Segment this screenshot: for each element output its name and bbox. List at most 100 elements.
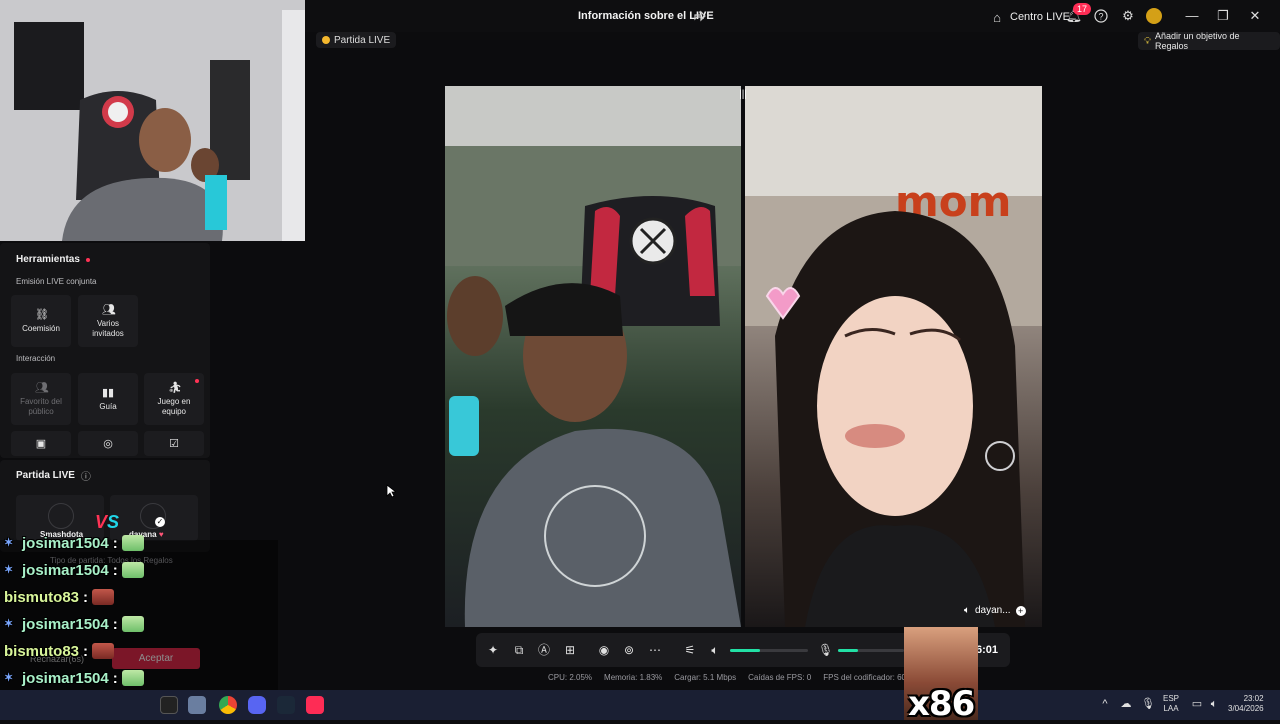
- chat-separator: :: [112, 615, 118, 633]
- upload-stat: Cargar: 5.1 Mbps: [674, 673, 737, 682]
- gift-goal-label: Añadir un objetivo de Regalos: [1155, 31, 1240, 51]
- volume-slider-fill: [730, 649, 760, 652]
- chevron-up-icon[interactable]: ^: [1098, 697, 1112, 711]
- chat-separator: :: [112, 534, 118, 552]
- cpu-stat: CPU: 2.05%: [548, 673, 593, 682]
- interaction-section-title: Interacción: [16, 354, 56, 363]
- partida-live-pill[interactable]: Partida LIVE: [316, 32, 397, 48]
- minimize-icon[interactable]: —: [1183, 7, 1201, 25]
- microphone-icon[interactable]: 🎙︎: [818, 643, 833, 657]
- obs-icon[interactable]: [160, 696, 178, 714]
- check-icon: ☑: [169, 437, 179, 450]
- chat-username: josimar1504: [22, 615, 109, 633]
- chrome-icon[interactable]: [219, 696, 237, 714]
- green-emote-icon: [121, 562, 144, 578]
- chat-message: ✶ josimar1504:: [4, 613, 144, 635]
- language-bottom: LAA: [1163, 704, 1179, 713]
- chat-username: josimar1504: [22, 534, 109, 552]
- notification-badge: 17: [1073, 3, 1092, 15]
- avatar[interactable]: [1146, 8, 1162, 24]
- badge-icon: ✶: [4, 564, 14, 576]
- svg-text:?: ?: [1098, 12, 1103, 22]
- link-icon: ⛓︎: [35, 308, 49, 321]
- language-indicator[interactable]: ESP LAA: [1163, 694, 1179, 714]
- gift-goal-button[interactable]: 💡︎ Añadir un objetivo de Regalos: [1138, 31, 1280, 51]
- gear-icon[interactable]: ⚙: [1119, 7, 1137, 25]
- team-game-alert-dot: [195, 379, 199, 383]
- settings-sliders-icon[interactable]: ⚟: [683, 643, 697, 657]
- coemision-button[interactable]: ⛓︎ Coemisión: [11, 295, 71, 347]
- partida-title: Partida LIVE: [16, 470, 75, 481]
- green-emote-icon: [121, 670, 144, 686]
- volume-icon[interactable]: 🔈︎: [708, 643, 722, 657]
- multi-guest-label: Varios invitados: [92, 318, 124, 338]
- stats-bar: CPU: 2.05% Memoria: 1.83% Cargar: 5.1 Mb…: [548, 673, 906, 682]
- partida-pill-label: Partida LIVE: [334, 34, 391, 46]
- webcam-preview: [0, 0, 305, 241]
- cohost-section-title: Emisión LIVE conjunta: [16, 277, 97, 286]
- face-emote-icon: [92, 589, 115, 605]
- tool-card-more-3[interactable]: ☑: [144, 431, 204, 456]
- speaker-tray-icon[interactable]: 🔈︎: [1207, 697, 1221, 711]
- layout-icon[interactable]: ⧉: [512, 643, 526, 657]
- tools-panel: Herramientas Emisión LIVE conjunta ⛓︎ Co…: [0, 243, 210, 458]
- help-icon[interactable]: ?: [1092, 7, 1110, 25]
- magic-wand-icon[interactable]: ✦: [486, 643, 500, 657]
- ai-icon[interactable]: Ⓐ: [537, 643, 551, 657]
- badge-icon: ✶: [4, 672, 14, 684]
- record-icon[interactable]: ◉: [597, 643, 611, 657]
- team-game-label: Juego en equipo: [157, 396, 191, 416]
- more-icon[interactable]: ⋯: [648, 643, 662, 657]
- chat-username: josimar1504: [22, 669, 109, 687]
- capture-icon[interactable]: ⊚: [622, 643, 636, 657]
- guide-icon: ▮▮: [102, 386, 115, 399]
- app-icon[interactable]: [188, 696, 206, 714]
- language-top: ESP: [1163, 694, 1180, 703]
- centro-live-button[interactable]: ⌂ Centro LIVE: [988, 8, 1070, 26]
- chat-message: ✶ josimar1504:: [4, 532, 144, 554]
- steam-icon[interactable]: [277, 696, 295, 714]
- guide-button[interactable]: ▮▮ Guía: [78, 373, 138, 425]
- chat-username: bismuto83: [4, 588, 80, 606]
- multi-guest-button[interactable]: 👥︎ Varios invitados: [78, 295, 138, 347]
- chat-message: bismuto83:: [4, 640, 115, 662]
- add-icon[interactable]: +: [1015, 605, 1026, 616]
- mic-tray-icon[interactable]: 🎙︎: [1141, 697, 1155, 711]
- tool-card-more-1[interactable]: ▣: [11, 431, 71, 456]
- chat-username: bismuto83: [4, 642, 80, 660]
- badge-icon: ✶: [4, 618, 14, 630]
- green-emote-icon: [121, 616, 144, 632]
- vs-logo-s: S: [107, 512, 120, 532]
- restore-icon[interactable]: ❐: [1214, 7, 1232, 25]
- heart-icon: ♥: [158, 530, 164, 539]
- verified-icon: ✓: [155, 517, 165, 527]
- fps-drops-stat: Caídas de FPS: 0: [748, 673, 812, 682]
- box-icon: ▣: [35, 437, 47, 450]
- info-icon[interactable]: ⓘ: [81, 468, 91, 483]
- guest-tag[interactable]: 🔈︎ dayan... +: [964, 605, 1026, 616]
- coin-icon: [322, 36, 330, 44]
- encoder-fps-stat: FPS del codificador: 60: [823, 673, 906, 682]
- mic-slider[interactable]: [838, 649, 904, 652]
- chat-message: ✶ josimar1504:: [4, 559, 144, 581]
- audio-wave-icon[interactable]: |||: [736, 89, 750, 101]
- cloud-icon[interactable]: ☁: [1119, 697, 1133, 711]
- timer: 6:01: [976, 644, 999, 656]
- memory-stat: Memoria: 1.83%: [604, 673, 663, 682]
- discord-icon[interactable]: [248, 696, 266, 714]
- network-icon[interactable]: ▭: [1190, 697, 1204, 711]
- clock[interactable]: 23:02 3/04/2026: [1228, 694, 1264, 714]
- guest-name: dayan...: [975, 605, 1011, 616]
- close-icon[interactable]: ✕: [1246, 7, 1264, 25]
- add-source-icon[interactable]: ⊞: [563, 643, 577, 657]
- home-icon: ⌂: [993, 9, 1001, 25]
- face-emote-icon: [92, 643, 115, 659]
- audience-favorite-button[interactable]: 👥︎ Favorito del público: [11, 373, 71, 425]
- volume-slider[interactable]: [730, 649, 808, 652]
- share-icon[interactable]: [693, 8, 707, 22]
- users-icon: 👥︎: [102, 303, 116, 316]
- team-game-icon: ⛹︎: [168, 381, 182, 394]
- tool-card-more-2[interactable]: ◎: [78, 431, 138, 456]
- chat-username: josimar1504: [22, 561, 109, 579]
- tiktok-icon[interactable]: [306, 696, 324, 714]
